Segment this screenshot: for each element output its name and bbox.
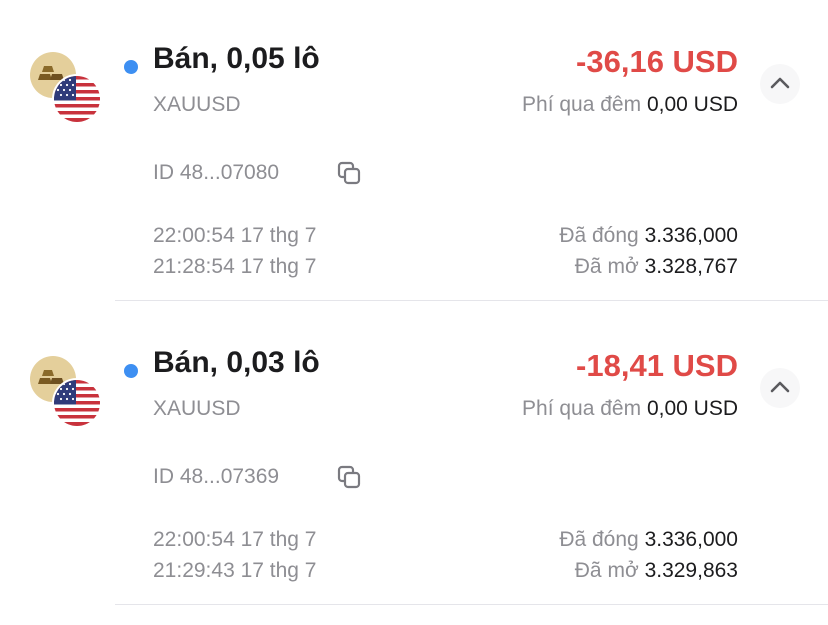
chevron-up-icon [770,381,790,393]
chevron-up-icon [770,77,790,89]
instrument-icon [30,356,102,428]
instrument-icon [30,52,102,124]
us-flag-icon [52,378,102,428]
open-time: 21:28:54 17 thg 7 [153,255,317,278]
swap-value: 0,00 USD [646,93,738,116]
swap-label: Phí qua đêm [522,93,642,116]
open-price-row: Đã mở 3.328,767 [575,255,738,279]
divider [115,604,828,605]
copy-id-button[interactable] [336,160,362,186]
swap-label: Phí qua đêm [522,397,642,420]
close-price-row: Đã đóng 3.336,000 [559,224,738,248]
divider [115,300,828,301]
close-time: 22:00:54 17 thg 7 [153,224,317,247]
status-dot [124,364,138,378]
collapse-button[interactable] [760,64,800,104]
open-price-label: Đã mở [574,559,639,582]
pnl-value: -18,41 USD [576,348,738,383]
us-flag-icon [52,74,102,124]
copy-id-button[interactable] [336,464,362,490]
side-size-title: Bán, 0,05 lô [153,42,320,75]
copy-icon [337,465,361,489]
close-time: 22:00:54 17 thg 7 [153,528,317,551]
swap-row: Phí qua đêm 0,00 USD [522,397,738,421]
symbol-label: XAUUSD [153,397,241,420]
status-dot [124,60,138,74]
swap-row: Phí qua đêm 0,00 USD [522,93,738,117]
symbol-label: XAUUSD [153,93,241,116]
close-price-label: Đã đóng [559,224,639,247]
position-card[interactable]: Bán, 0,03 lô XAUUSD -18,41 USD Phí qua đ… [0,304,828,608]
collapse-button[interactable] [760,368,800,408]
open-time: 21:29:43 17 thg 7 [153,559,317,582]
close-price: 3.336,000 [644,528,738,551]
position-id: ID 48...07080 [153,161,280,184]
close-price: 3.336,000 [644,224,738,247]
open-price-row: Đã mở 3.329,863 [575,559,738,583]
open-price: 3.328,767 [644,255,738,278]
side-size-title: Bán, 0,03 lô [153,346,320,379]
position-card[interactable]: Bán, 0,05 lô XAUUSD -36,16 USD Phí qua đ… [0,0,828,304]
position-id: ID 48...07369 [153,465,280,488]
close-price-row: Đã đóng 3.336,000 [559,528,738,552]
copy-icon [337,161,361,185]
close-price-label: Đã đóng [559,528,639,551]
open-price-label: Đã mở [574,255,639,278]
open-price: 3.329,863 [644,559,738,582]
swap-value: 0,00 USD [646,397,738,420]
pnl-value: -36,16 USD [576,44,738,79]
